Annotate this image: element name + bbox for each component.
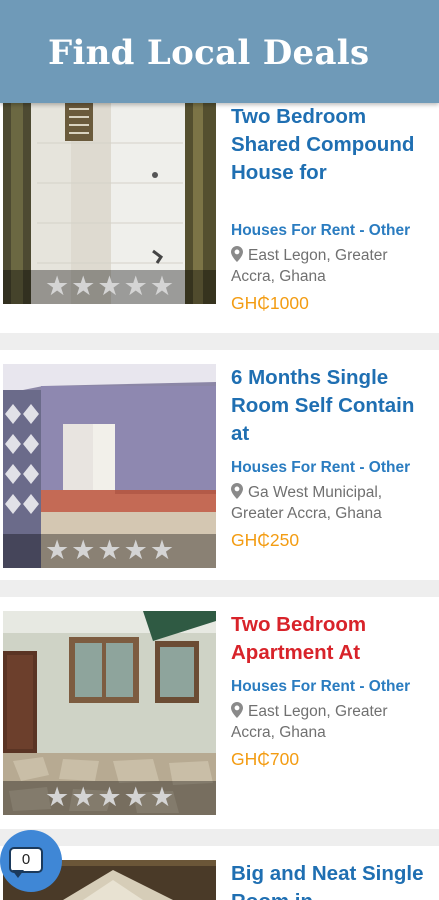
star-rating: ★ ★ ★ ★ ★ — [3, 781, 216, 815]
listing-thumbnail[interactable]: ★ ★ ★ ★ ★ — [3, 611, 216, 815]
star-icon: ★ — [123, 271, 148, 302]
star-icon: ★ — [97, 535, 122, 566]
listing-location: Ga West Municipal, Greater Accra, Ghana — [231, 482, 431, 524]
star-icon: ★ — [123, 782, 148, 813]
star-icon: ★ — [44, 271, 70, 302]
star-icon: ★ — [149, 535, 175, 566]
star-icon: ★ — [71, 535, 96, 566]
listing-category[interactable]: Houses For Rent - Other — [231, 458, 431, 478]
star-icon: ★ — [44, 782, 70, 813]
listing-location: East Legon, Greater Accra, Ghana — [231, 245, 431, 287]
listing-price: GH₵700 — [231, 749, 300, 769]
listing-price: GH₵1000 — [231, 293, 309, 313]
listing-card[interactable]: ★ ★ ★ ★ ★ 6 Months Single Room Self Cont… — [0, 350, 439, 580]
star-icon: ★ — [123, 535, 148, 566]
listing-category[interactable]: Houses For Rent - Other — [231, 221, 431, 241]
map-pin-icon — [231, 246, 243, 262]
listing-info: Two Bedroom Apartment At Houses For Rent… — [231, 611, 431, 771]
listing-thumbnail[interactable]: ★ ★ ★ ★ ★ — [3, 103, 216, 304]
page-title: Find Local Deals — [48, 33, 370, 73]
star-rating: ★ ★ ★ ★ ★ — [3, 534, 216, 568]
listing-card[interactable]: Big and Neat Single Room in — [0, 846, 439, 900]
listing-price: GH₵250 — [231, 530, 300, 550]
listing-thumbnail[interactable]: ★ ★ ★ ★ ★ — [3, 364, 216, 568]
star-icon: ★ — [149, 271, 175, 302]
map-pin-icon — [231, 483, 243, 499]
listing-info: Big and Neat Single Room in — [231, 860, 431, 900]
star-rating: ★ ★ ★ ★ ★ — [3, 270, 216, 304]
app-header: Find Local Deals — [0, 0, 439, 103]
listing-card[interactable]: ★ ★ ★ ★ ★ Two Bedroom Apartment At House… — [0, 597, 439, 829]
star-icon: ★ — [149, 782, 175, 813]
star-icon: ★ — [97, 271, 122, 302]
listing-location: East Legon, Greater Accra, Ghana — [231, 701, 431, 743]
location-text: East Legon, Greater Accra, Ghana — [231, 703, 388, 741]
chat-button[interactable]: 0 — [0, 830, 62, 892]
listing-card[interactable]: ★ ★ ★ ★ ★ Two Bedroom Shared Compound Ho… — [0, 103, 439, 333]
listing-title[interactable]: Two Bedroom Apartment At — [231, 611, 431, 667]
star-icon: ★ — [44, 535, 70, 566]
listing-title[interactable]: Two Bedroom Shared Compound House for — [231, 103, 431, 215]
star-icon: ★ — [71, 782, 96, 813]
location-text: Ga West Municipal, Greater Accra, Ghana — [231, 484, 383, 522]
listing-category[interactable]: Houses For Rent - Other — [231, 677, 431, 697]
map-pin-icon — [231, 702, 243, 718]
star-icon: ★ — [71, 271, 96, 302]
listing-info: 6 Months Single Room Self Contain at Hou… — [231, 364, 431, 552]
location-text: East Legon, Greater Accra, Ghana — [231, 247, 388, 285]
listing-info: Two Bedroom Shared Compound House for Ho… — [231, 103, 431, 315]
listing-title[interactable]: Big and Neat Single Room in — [231, 860, 431, 900]
listing-title[interactable]: 6 Months Single Room Self Contain at — [231, 364, 431, 448]
star-icon: ★ — [97, 782, 122, 813]
chat-bubble-tail — [12, 870, 24, 878]
